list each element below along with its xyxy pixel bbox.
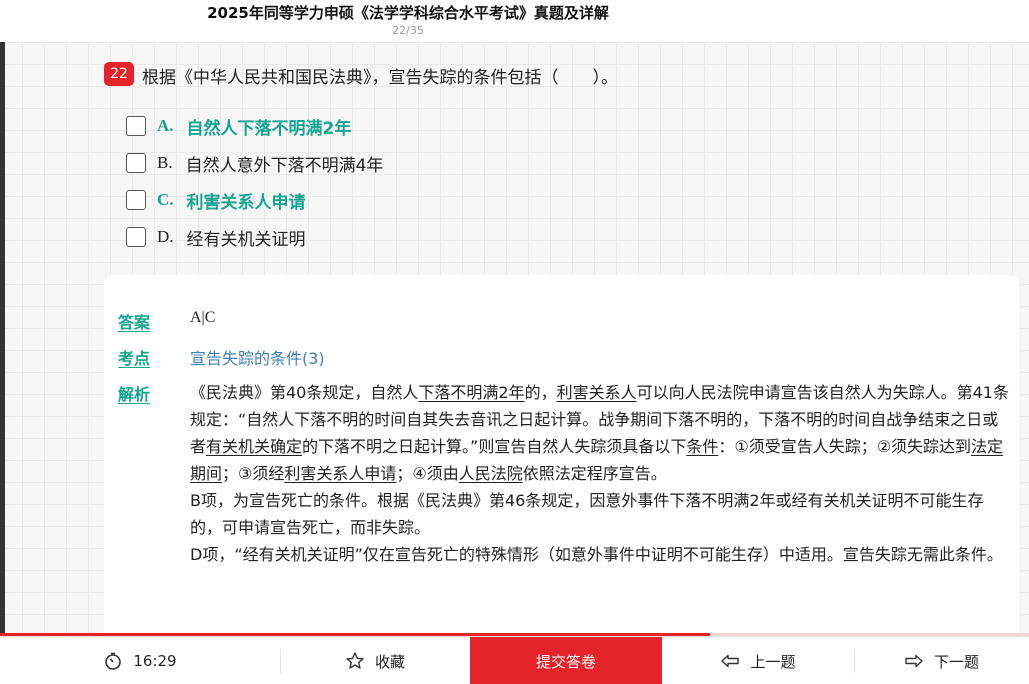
- bottom-toolbar: 16:29 收藏 提交答卷 上一题 下一题: [0, 636, 1029, 684]
- favorite-button[interactable]: 收藏: [280, 637, 470, 684]
- timer-text: 16:29: [133, 652, 177, 670]
- explanation-label: 解析: [118, 385, 151, 404]
- explain-text-segment: 的下落不明之日起计算。”则宣告自然人失踪须具备以下: [302, 437, 687, 456]
- explain-text-segment: ：①须受宣告人失踪；②须失踪达到: [718, 437, 972, 456]
- explain-highlight: 利害关系人申请: [284, 464, 397, 483]
- option-c-checkbox[interactable]: [126, 190, 146, 210]
- option-d[interactable]: D. 经有关机关证明: [126, 225, 306, 250]
- option-a[interactable]: A. 自然人下落不明满2年: [126, 114, 352, 139]
- answer-explanation-card: 答案 A|C 考点 宣告失踪的条件(3) 解析 《民法典》第40条规定，自然人下…: [104, 275, 1019, 636]
- submit-label: 提交答卷: [535, 652, 596, 671]
- option-b-letter: B.: [157, 153, 173, 172]
- explain-highlight: 利害关系人: [556, 383, 637, 402]
- explain-text-segment: 的，: [524, 383, 557, 402]
- submit-button[interactable]: 提交答卷: [470, 637, 662, 684]
- arrow-right-icon: [904, 654, 924, 668]
- answer-label: 答案: [118, 313, 151, 332]
- answer-value: A|C: [190, 309, 216, 326]
- option-c-letter: C.: [157, 190, 174, 209]
- explain-highlight: 下落不明满2年: [418, 383, 525, 402]
- arrow-left-icon: [720, 654, 740, 668]
- favorite-label: 收藏: [374, 652, 405, 671]
- option-a-text: 自然人下落不明满2年: [186, 118, 352, 139]
- explain-text-segment: ；④须由: [396, 464, 459, 483]
- question-number-badge: 22: [104, 62, 134, 86]
- explain-highlight: 有关机关确定: [206, 437, 303, 456]
- explanation-text: 《民法典》第40条规定，自然人下落不明满2年的，利害关系人可以向人民法院申请宣告…: [190, 379, 1010, 568]
- left-edge-bar: [0, 42, 5, 636]
- keypoint-label: 考点: [118, 349, 151, 368]
- option-d-text: 经有关机关证明: [186, 229, 306, 250]
- option-d-checkbox[interactable]: [126, 227, 146, 247]
- next-question-button[interactable]: 下一题: [854, 637, 1029, 684]
- next-label: 下一题: [933, 652, 979, 671]
- question-text: 根据《中华人民共和国民法典》，宣告失踪的条件包括（ ）。: [142, 68, 618, 88]
- explain-text-segment: 依照法定程序宣告。: [522, 464, 667, 483]
- option-b[interactable]: B. 自然人意外下落不明满4年: [126, 151, 384, 176]
- previous-question-button[interactable]: 上一题: [662, 637, 854, 684]
- keypoint-link[interactable]: 宣告失踪的条件(3): [190, 345, 325, 369]
- option-b-text: 自然人意外下落不明满4年: [185, 155, 384, 176]
- explain-text-segment: ；③须经: [222, 464, 285, 483]
- stopwatch-icon: [103, 651, 123, 671]
- top-header: 2025年同等学力申硕《法学学科综合水平考试》真题及详解 22/35: [0, 0, 1029, 42]
- explain-highlight: 条件: [686, 437, 719, 456]
- star-icon: [345, 651, 365, 671]
- explanation-paragraph-2: B项，为宣告死亡的条件。根据《民法典》第46条规定，因意外事件下落不明满2年或经…: [190, 491, 984, 537]
- option-d-letter: D.: [157, 227, 174, 246]
- question-page: 22 根据《中华人民共和国民法典》，宣告失踪的条件包括（ ）。 A. 自然人下落…: [0, 42, 1029, 636]
- explain-highlight: 人民法院: [458, 464, 523, 483]
- option-b-checkbox[interactable]: [126, 153, 146, 173]
- option-a-letter: A.: [157, 116, 174, 135]
- timer: 16:29: [0, 637, 280, 684]
- explain-text-segment: 《民法典》第40条规定，自然人: [190, 383, 419, 402]
- previous-label: 上一题: [750, 652, 796, 671]
- explanation-paragraph-3: D项，“经有关机关证明”仅在宣告死亡的特殊情形（如意外事件中证明不可能生存）中适…: [190, 545, 1003, 564]
- option-c[interactable]: C. 利害关系人申请: [126, 188, 306, 213]
- document-title: 2025年同等学力申硕《法学学科综合水平考试》真题及详解: [207, 4, 609, 22]
- option-c-text: 利害关系人申请: [186, 192, 306, 213]
- page-counter: 22/35: [392, 24, 424, 37]
- option-a-checkbox[interactable]: [126, 116, 146, 136]
- explanation-paragraph-1: 《民法典》第40条规定，自然人下落不明满2年的，利害关系人可以向人民法院申请宣告…: [190, 379, 1010, 487]
